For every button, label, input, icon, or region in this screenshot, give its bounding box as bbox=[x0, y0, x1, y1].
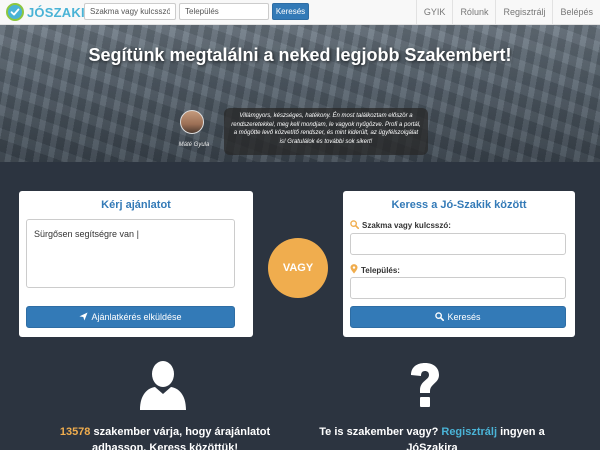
nav-link-about[interactable]: Rólunk bbox=[452, 0, 495, 25]
logo[interactable]: JÓSZAKI bbox=[6, 2, 85, 22]
expert-count: 13578 bbox=[59, 426, 91, 438]
testimonial-name: Máté Gyula bbox=[178, 142, 210, 148]
keyword-input[interactable] bbox=[350, 233, 566, 255]
testimonial-quote: Villámgyors, készséges, hatékony. Én mos… bbox=[224, 108, 428, 155]
search-panel-title: Keress a Jó-Szakik között bbox=[391, 199, 527, 211]
map-marker-icon bbox=[350, 264, 358, 276]
hero-title: Segítünk megtalálni a neked legjobb Szak… bbox=[88, 45, 512, 65]
logo-text: JÓSZAKI bbox=[27, 5, 85, 20]
nav-search-button[interactable]: Keresés bbox=[272, 3, 309, 20]
stats-text-line2: adhasson. Keress közöttük! bbox=[91, 442, 239, 450]
stats-text: 13578 szakember várja, hogy árajánlatot … bbox=[40, 424, 290, 450]
send-offer-request-label: Ajánlatkérés elküldése bbox=[91, 312, 182, 322]
register-cta-suffix: ingyen a bbox=[500, 426, 545, 438]
send-icon bbox=[79, 311, 89, 323]
search-button[interactable]: Keresés bbox=[350, 306, 566, 328]
keyword-label: Szakma vagy kulcsszó: bbox=[350, 220, 451, 231]
logo-check-icon bbox=[6, 3, 24, 21]
register-cta-line2: JóSzakira bbox=[406, 442, 458, 450]
testimonial-avatar bbox=[180, 110, 204, 134]
keyword-label-text: Szakma vagy kulcsszó: bbox=[362, 221, 451, 230]
nav-link-faq[interactable]: GYIK bbox=[415, 0, 453, 25]
location-input[interactable] bbox=[350, 277, 566, 299]
nav-keyword-input[interactable] bbox=[84, 3, 176, 20]
register-link[interactable]: Regisztrálj bbox=[441, 426, 497, 438]
offer-request-textarea[interactable]: Sürgősen segítségre van | bbox=[26, 219, 235, 288]
offer-panel-title: Kérj ajánlatot bbox=[101, 199, 171, 211]
register-cta-text: Te is szakember vagy? Regisztrálj ingyen… bbox=[306, 424, 558, 450]
register-cta-prefix: Te is szakember vagy? bbox=[319, 426, 439, 438]
search-button-icon bbox=[435, 311, 445, 323]
search-panel: Keress a Jó-Szakik között Szakma vagy ku… bbox=[343, 191, 575, 337]
location-label-text: Település: bbox=[361, 265, 400, 275]
nav-link-register[interactable]: Regisztrálj bbox=[495, 0, 552, 25]
send-offer-request-button[interactable]: Ajánlatkérés elküldése bbox=[26, 306, 235, 328]
user-icon bbox=[140, 360, 186, 415]
logo-text-jo: JÓ bbox=[27, 4, 45, 20]
nav-links: GYIK Rólunk Regisztrálj Belépés bbox=[415, 0, 600, 25]
offer-panel: Kérj ajánlatot Sürgősen segítségre van |… bbox=[19, 191, 253, 337]
hero-banner: Segítünk megtalálni a neked legjobb Szak… bbox=[0, 25, 600, 162]
nav-location-input[interactable] bbox=[179, 3, 269, 20]
or-divider-badge: VAGY bbox=[268, 238, 328, 298]
stats-text-rest: szakember várja, hogy árajánlatot bbox=[93, 426, 271, 438]
location-label: Település: bbox=[350, 264, 400, 276]
navbar: JÓSZAKI Keresés GYIK Rólunk Regisztrálj … bbox=[0, 0, 600, 25]
logo-text-szaki: SZAKI bbox=[44, 4, 85, 20]
search-button-label: Keresés bbox=[447, 312, 481, 322]
nav-link-login[interactable]: Belépés bbox=[552, 0, 600, 25]
search-icon bbox=[350, 220, 360, 231]
question-icon bbox=[408, 362, 442, 413]
